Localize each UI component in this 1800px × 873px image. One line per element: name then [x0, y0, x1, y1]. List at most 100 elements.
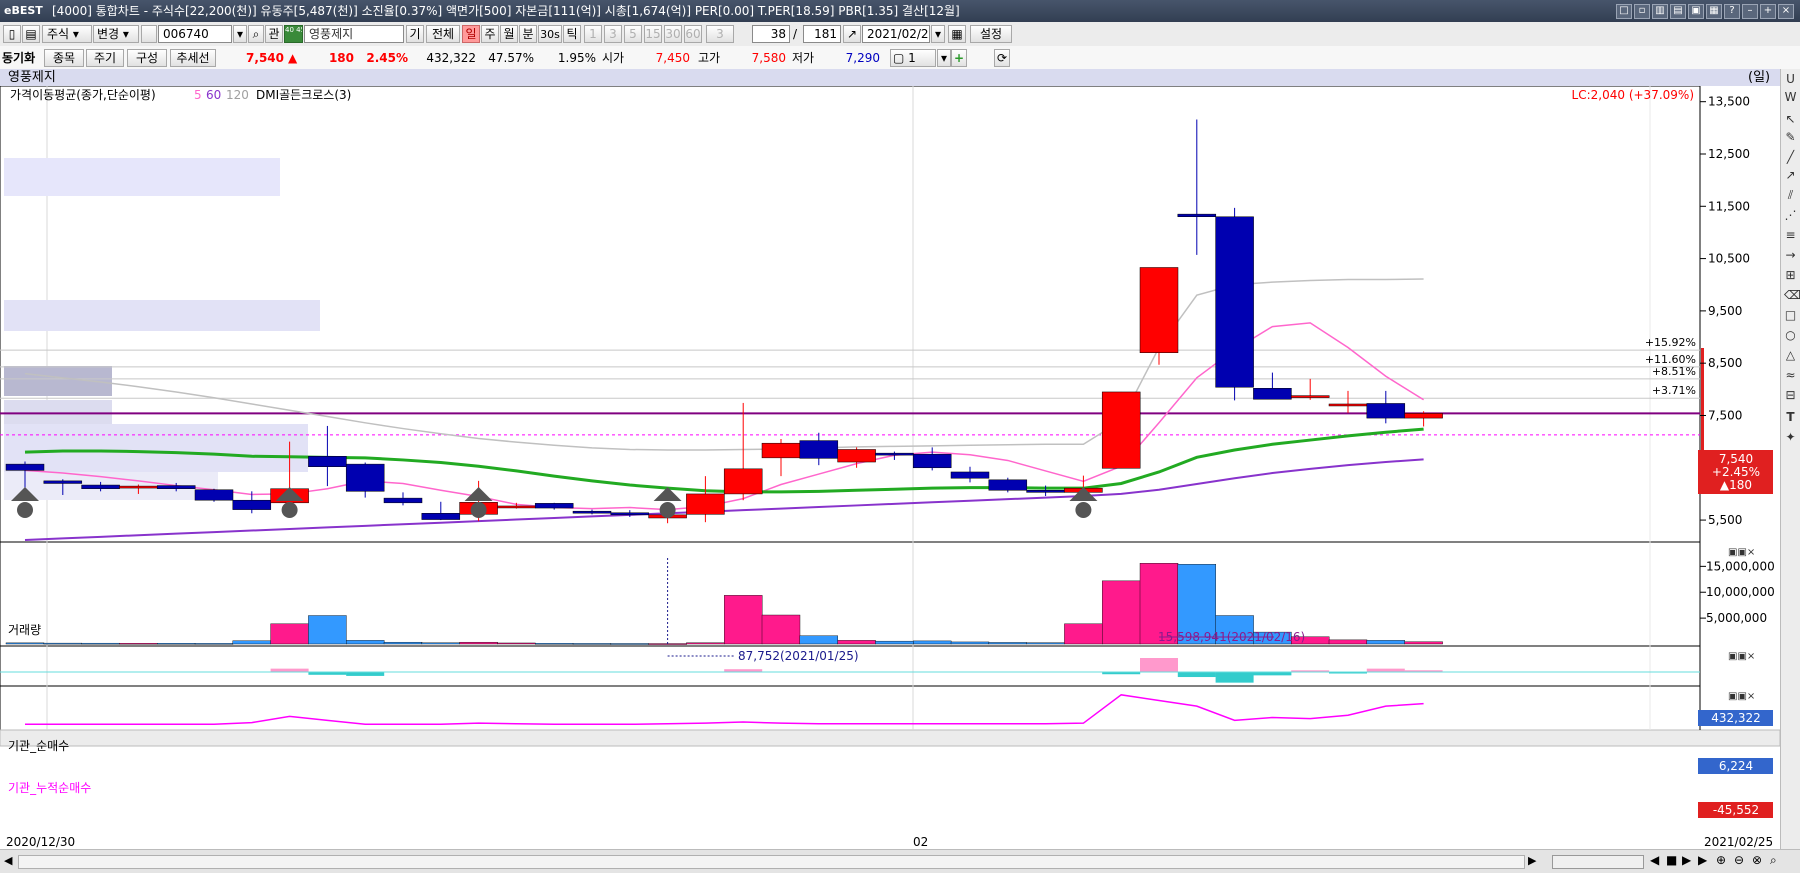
magnify-icon[interactable]: ⌕	[1770, 853, 1777, 868]
total-count-field[interactable]: 181	[803, 25, 841, 43]
period-month-button[interactable]: 월	[500, 25, 518, 43]
inst-net-bar	[270, 668, 309, 672]
interval-30-button[interactable]: 30	[664, 25, 682, 43]
zoom-out-icon[interactable]: W	[1784, 91, 1797, 104]
circle-icon[interactable]: ○	[1784, 329, 1797, 342]
minimize-icon[interactable]: –	[1742, 4, 1758, 19]
play-icon[interactable]: ▶	[1682, 853, 1691, 867]
gwan-button[interactable]: 관	[265, 25, 283, 43]
channel-icon[interactable]: ⫽	[1784, 189, 1797, 202]
calendar-icon[interactable]: ▦	[948, 25, 966, 43]
text-icon[interactable]: T	[1784, 411, 1797, 424]
interval-60-button[interactable]: 60	[684, 25, 702, 43]
interval-1-button[interactable]: 1	[584, 25, 602, 43]
search-icon[interactable]: ⌕	[248, 25, 264, 43]
candle-body	[912, 453, 952, 469]
volume-bar	[1366, 640, 1406, 645]
date-start-label: 2020/12/30	[6, 835, 75, 849]
scroll-track[interactable]	[18, 855, 1525, 869]
scroll-right-icon[interactable]: ▶	[1528, 854, 1536, 867]
spin-select[interactable]: ▢ 1	[890, 49, 936, 67]
change-select[interactable]: 변경 ▾	[93, 25, 139, 43]
gi-button[interactable]: 기	[406, 25, 424, 43]
compose-button[interactable]: 구성	[127, 49, 167, 67]
zoom-plus-icon[interactable]: ⊕	[1716, 853, 1726, 867]
restore-icon[interactable]: □	[1616, 4, 1632, 19]
triangle-icon[interactable]: △	[1784, 349, 1797, 362]
all-button[interactable]: 전체	[426, 25, 460, 43]
settings-button[interactable]: 설정	[970, 25, 1012, 43]
price-tick-label: 5,500	[1708, 513, 1742, 527]
trendline-button[interactable]: 추세선	[170, 49, 216, 67]
arrow-icon[interactable]: →	[1784, 249, 1797, 262]
tile-icon[interactable]: ▫	[1634, 4, 1650, 19]
ray-icon[interactable]: ↗	[1784, 169, 1797, 182]
date-input[interactable]: 2021/02/25	[862, 25, 930, 43]
horizontal-scrollbar[interactable]: ◀ ▶ ◀ ■ ▶ ▶ ⊕ ⊖ ⊗ ⌕	[0, 849, 1800, 873]
period-day-button[interactable]: 일	[462, 25, 480, 43]
volume-panel-frame	[0, 541, 1701, 647]
interval-15-button[interactable]: 15	[644, 25, 662, 43]
eraser-icon[interactable]: ⌫	[1784, 289, 1800, 302]
period-button[interactable]: 주기	[86, 49, 124, 67]
group-badge[interactable]: 40 45	[284, 25, 303, 43]
spin-dropdown-icon[interactable]: ▾	[937, 49, 951, 67]
new-icon[interactable]: ▯	[3, 25, 21, 43]
interval-custom-field[interactable]: 3	[706, 25, 734, 43]
period-minute-button[interactable]: 분	[519, 25, 537, 43]
candle-body	[1177, 213, 1217, 217]
code-dropdown-icon[interactable]: ▾	[233, 25, 247, 43]
fibonacci-icon[interactable]: ≡	[1784, 229, 1797, 242]
period-30s-button[interactable]: 30s	[538, 25, 562, 43]
trend-icon[interactable]: ↗	[843, 25, 861, 43]
maximize-icon[interactable]: +	[1760, 4, 1776, 19]
price-tick-label: 13,500	[1708, 95, 1750, 109]
zoom-minus-icon[interactable]: ⊖	[1734, 853, 1744, 867]
pen-icon[interactable]: ✎	[1784, 131, 1797, 144]
prev-icon[interactable]: ◀	[1650, 853, 1659, 867]
stop-icon[interactable]: ■	[1666, 853, 1677, 867]
grid-icon[interactable]: ⊟	[1784, 389, 1797, 402]
line-icon[interactable]: ╱	[1784, 151, 1797, 164]
add-icon[interactable]: +	[951, 49, 967, 67]
market-select[interactable]: 주식 ▾	[42, 25, 92, 43]
zoom-reset-icon[interactable]: ⊗	[1752, 853, 1762, 867]
interval-5-button[interactable]: 5	[624, 25, 642, 43]
layout-icon[interactable]: ▥	[1652, 4, 1668, 19]
interval-3-button[interactable]: 3	[604, 25, 622, 43]
view-count-value: 38	[770, 27, 786, 41]
list-icon[interactable]: ▤	[22, 25, 40, 43]
candle-body	[1253, 388, 1292, 400]
window-icon[interactable]: ▣	[1688, 4, 1704, 19]
close-icon[interactable]: ×	[1778, 4, 1794, 19]
fan-icon[interactable]: ⋰	[1784, 209, 1797, 222]
candle-body	[988, 479, 1028, 491]
scroll-left-icon[interactable]: ◀	[4, 854, 12, 867]
rectangle-icon[interactable]: □	[1784, 309, 1797, 322]
chart-canvas[interactable]: 13,500 12,500 11,500 10,500 9,500 8,500 7,500 6…	[0, 86, 1780, 849]
interval-15-label: 15	[645, 27, 661, 41]
current-inst-box: 6,224	[1698, 758, 1773, 774]
gann-icon[interactable]: ⊞	[1784, 269, 1797, 282]
next-icon[interactable]: ▶	[1698, 853, 1707, 867]
gwan-label: 관	[268, 27, 280, 41]
view-count-input[interactable]: 38	[752, 25, 790, 43]
paint-icon[interactable]: ✦	[1784, 431, 1797, 444]
item-button[interactable]: 종목	[44, 49, 84, 67]
print-icon[interactable]: ▦	[1706, 4, 1722, 19]
checkbox-icon[interactable]	[141, 25, 157, 43]
interval-5-label: 5	[629, 27, 637, 41]
period-tick-button[interactable]: 틱	[563, 25, 581, 43]
candle-body	[43, 480, 83, 484]
save-icon[interactable]: ▤	[1670, 4, 1686, 19]
stock-name-field[interactable]: 영풍제지	[304, 25, 404, 43]
period-week-button[interactable]: 주	[481, 25, 499, 43]
refresh-icon[interactable]: ⟳	[994, 49, 1010, 67]
date-dropdown-icon[interactable]: ▾	[931, 25, 945, 43]
cycle-icon[interactable]: ≈	[1784, 369, 1797, 382]
cursor-icon[interactable]: ↖	[1784, 113, 1797, 126]
zoom-slider[interactable]	[1552, 855, 1644, 869]
code-input[interactable]: 006740	[158, 25, 232, 43]
help-icon[interactable]: ?	[1724, 4, 1740, 19]
zoom-in-icon[interactable]: U	[1784, 73, 1797, 86]
